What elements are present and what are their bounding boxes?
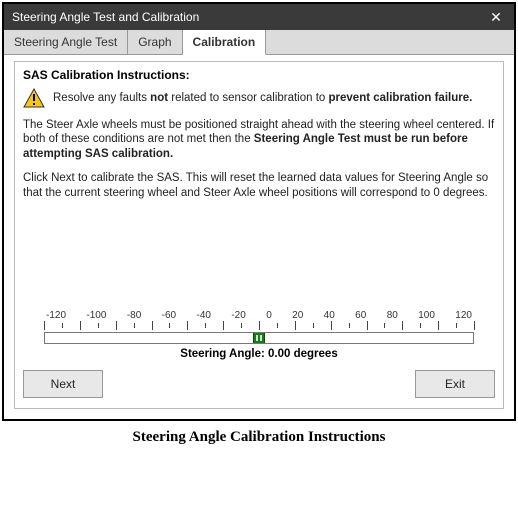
- readout-label: Steering Angle:: [180, 348, 268, 360]
- scale-label: 100: [418, 310, 435, 321]
- tick-major: [402, 321, 403, 330]
- paragraph-2: Click Next to calibrate the SAS. This wi…: [23, 171, 495, 200]
- scale-track: [44, 332, 474, 344]
- close-button[interactable]: ✕: [478, 4, 514, 30]
- tick-major: [438, 321, 439, 330]
- warning-bold2: prevent calibration failure.: [329, 92, 473, 104]
- figure-caption: Steering Angle Calibration Instructions: [0, 429, 518, 446]
- angle-scale: -120 -100 -80 -60 -40 -20 0 20 40 60 80 100 120: [44, 310, 474, 344]
- tick-minor: [98, 323, 99, 328]
- content-area: SAS Calibration Instructions: Resolve an…: [4, 55, 514, 419]
- button-row: Next Exit: [23, 370, 495, 398]
- warning-row: Resolve any faults not related to sensor…: [23, 88, 495, 108]
- titlebar: Steering Angle Test and Calibration ✕: [4, 4, 514, 30]
- instructions-panel: SAS Calibration Instructions: Resolve an…: [14, 61, 504, 409]
- scale-label: 80: [387, 310, 398, 321]
- tick-minor: [313, 323, 314, 328]
- tick-minor: [241, 323, 242, 328]
- scale-ticks: [44, 321, 474, 331]
- tick-major: [474, 321, 475, 330]
- tick-minor: [169, 323, 170, 328]
- scale-labels: -120 -100 -80 -60 -40 -20 0 20 40 60 80 100 120: [44, 310, 474, 321]
- tick-major: [331, 321, 332, 330]
- scale-area: -120 -100 -80 -60 -40 -20 0 20 40 60 80 100 120 Stee…: [23, 310, 495, 360]
- scale-label: 20: [292, 310, 303, 321]
- tick-minor: [134, 323, 135, 328]
- angle-readout: Steering Angle: 0.00 degrees: [23, 348, 495, 360]
- scale-label: 40: [324, 310, 335, 321]
- window-title: Steering Angle Test and Calibration: [12, 10, 199, 24]
- tick-minor: [349, 323, 350, 328]
- warning-pre: Resolve any faults: [53, 92, 150, 104]
- tick-minor: [277, 323, 278, 328]
- tick-major: [44, 321, 45, 330]
- tick-major: [152, 321, 153, 330]
- tick-major: [80, 321, 81, 330]
- tab-steering-angle-test[interactable]: Steering Angle Test: [4, 30, 128, 54]
- scale-label: 120: [455, 310, 472, 321]
- tab-graph[interactable]: Graph: [128, 30, 182, 54]
- scale-label: -120: [46, 310, 66, 321]
- scale-label: -20: [231, 310, 245, 321]
- warning-mid: related to sensor calibration to: [168, 92, 328, 104]
- exit-button[interactable]: Exit: [415, 370, 495, 398]
- tick-major: [295, 321, 296, 330]
- close-icon: ✕: [490, 9, 502, 26]
- scale-label: -80: [127, 310, 141, 321]
- next-button[interactable]: Next: [23, 370, 103, 398]
- warning-text: Resolve any faults not related to sensor…: [53, 92, 472, 104]
- angle-indicator[interactable]: [253, 333, 265, 343]
- warning-icon: [23, 88, 45, 108]
- scale-label: -60: [162, 310, 176, 321]
- scale-label: 0: [266, 310, 272, 321]
- tick-major: [367, 321, 368, 330]
- tick-major: [187, 321, 188, 330]
- tick-minor: [420, 323, 421, 328]
- tab-calibration[interactable]: Calibration: [183, 30, 267, 55]
- instructions-heading: SAS Calibration Instructions:: [23, 68, 495, 82]
- tab-strip: Steering Angle Test Graph Calibration: [4, 30, 514, 55]
- tick-major: [116, 321, 117, 330]
- scale-label: -100: [86, 310, 106, 321]
- scale-label: -40: [197, 310, 211, 321]
- paragraph-1: The Steer Axle wheels must be positioned…: [23, 118, 495, 161]
- scale-label: 60: [355, 310, 366, 321]
- warning-bold1: not: [150, 92, 168, 104]
- tick-major: [259, 321, 260, 330]
- tick-minor: [456, 323, 457, 328]
- readout-value: 0.00 degrees: [268, 348, 338, 360]
- tick-minor: [205, 323, 206, 328]
- tick-minor: [62, 323, 63, 328]
- tick-major: [223, 321, 224, 330]
- tick-minor: [384, 323, 385, 328]
- dialog-window: Steering Angle Test and Calibration ✕ St…: [2, 2, 516, 421]
